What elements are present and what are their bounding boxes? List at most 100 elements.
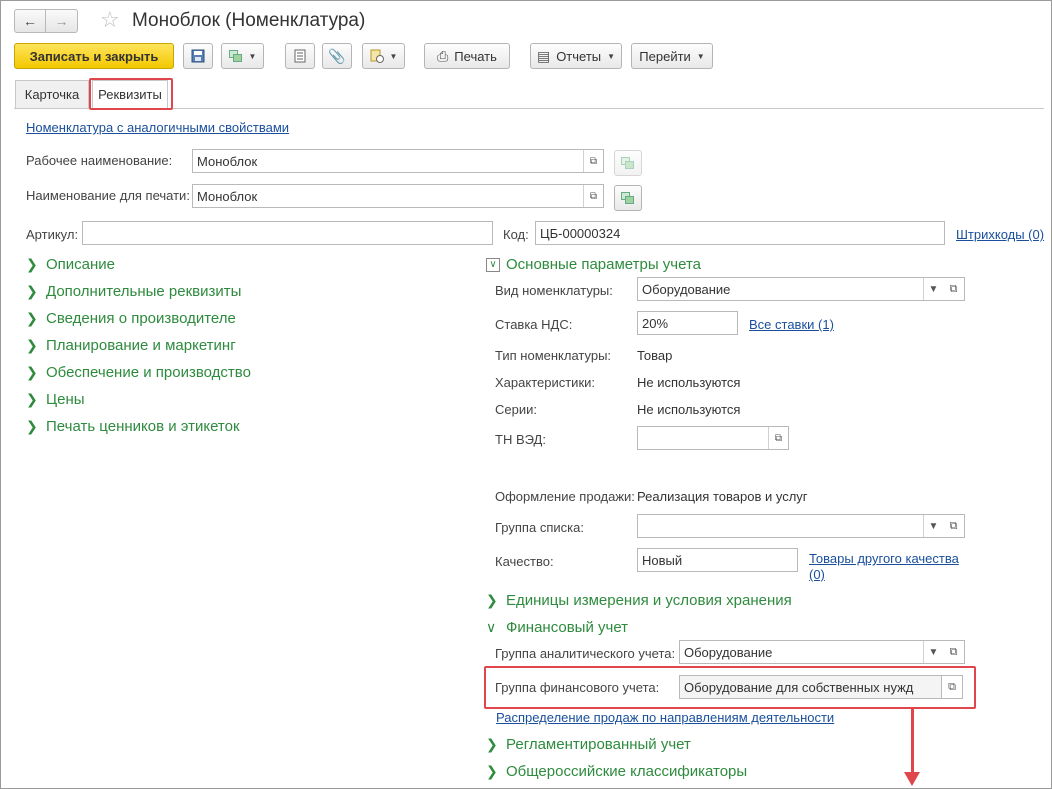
article-label: Артикул: bbox=[26, 227, 79, 242]
similar-items-link[interactable]: Номенклатура с аналогичными свойствами bbox=[26, 120, 289, 135]
goto-button[interactable]: Перейти ▼ bbox=[631, 43, 713, 69]
barcodes-link[interactable]: Штрихкоды (0) bbox=[956, 227, 1044, 242]
chevron-right-icon: ❯ bbox=[26, 418, 38, 434]
chevron-down-icon[interactable]: ▼ bbox=[923, 641, 943, 663]
window-title: Моноблок (Номенклатура) bbox=[132, 10, 366, 31]
chevron-down-icon: ∨ bbox=[486, 257, 500, 272]
chevron-down-icon: ▼ bbox=[607, 51, 616, 61]
print-name-input[interactable]: Моноблок ⧉ bbox=[192, 184, 604, 208]
analytic-group-value: Оборудование bbox=[684, 644, 773, 660]
other-quality-link[interactable]: Товары другого качества bbox=[809, 551, 959, 566]
section-classifiers[interactable]: ❯ Общероссийские классификаторы bbox=[486, 763, 747, 780]
chevron-down-icon: ▼ bbox=[696, 51, 705, 61]
work-name-label: Рабочее наименование: bbox=[26, 153, 173, 168]
section-labels[interactable]: ❯ Печать ценников и этикеток bbox=[26, 418, 240, 435]
chevron-down-icon[interactable]: ▼ bbox=[923, 278, 943, 300]
list-group-label: Группа списка: bbox=[495, 520, 584, 535]
vat-value: 20% bbox=[642, 315, 669, 331]
chevron-right-icon: ❯ bbox=[486, 763, 498, 779]
section-label: Дополнительные реквизиты bbox=[46, 283, 242, 300]
tnved-input[interactable]: ⧉ bbox=[637, 426, 789, 450]
section-finance[interactable]: ∨ Финансовый учет bbox=[486, 619, 628, 636]
chevron-down-icon[interactable]: ▼ bbox=[923, 515, 943, 537]
code-label: Код: bbox=[503, 227, 529, 242]
other-quality-count-link[interactable]: (0) bbox=[809, 567, 825, 582]
section-prices[interactable]: ❯ Цены bbox=[26, 391, 85, 408]
work-name-value: Моноблок bbox=[197, 153, 258, 169]
section-regulated[interactable]: ❯ Регламентированный учет bbox=[486, 736, 691, 753]
copy-green-icon bbox=[621, 192, 635, 204]
report-icon: ▤ bbox=[536, 47, 551, 64]
fin-group-input[interactable]: Оборудование для собственных нужд bbox=[679, 675, 942, 699]
tab-card[interactable]: Карточка bbox=[15, 80, 89, 108]
attach-button[interactable]: 📎 bbox=[322, 43, 352, 69]
chars-value: Не используются bbox=[637, 375, 741, 390]
copy-name-button[interactable] bbox=[614, 150, 642, 176]
chevron-down-icon: ∨ bbox=[486, 619, 497, 635]
vat-label: Ставка НДС: bbox=[495, 317, 573, 332]
vat-input[interactable]: 20% bbox=[637, 311, 738, 335]
quality-value: Новый bbox=[642, 552, 683, 568]
open-icon[interactable]: ⧉ bbox=[583, 150, 603, 172]
series-label: Серии: bbox=[495, 402, 537, 417]
fin-group-value: Оборудование для собственных нужд bbox=[684, 679, 914, 695]
work-name-input[interactable]: Моноблок ⧉ bbox=[192, 149, 604, 173]
print-name-label: Наименование для печати: bbox=[26, 188, 190, 203]
chevron-down-icon: ▼ bbox=[248, 51, 257, 61]
open-icon[interactable]: ⧉ bbox=[943, 277, 965, 301]
tnved-label: ТН ВЭД: bbox=[495, 432, 546, 447]
goto-label: Перейти bbox=[639, 48, 691, 64]
section-description[interactable]: ❯ Описание bbox=[26, 256, 115, 273]
copy-green-icon bbox=[621, 157, 635, 169]
open-icon[interactable]: ⧉ bbox=[583, 185, 603, 207]
reports-button[interactable]: ▤ Отчеты ▼ bbox=[530, 43, 622, 69]
code-input[interactable]: ЦБ-00000324 bbox=[535, 221, 945, 245]
arrow-left-icon: ← bbox=[23, 13, 37, 29]
open-icon[interactable]: ⧉ bbox=[943, 514, 965, 538]
open-icon[interactable]: ⧉ bbox=[768, 427, 788, 449]
chevron-right-icon: ❯ bbox=[26, 310, 38, 326]
chevron-right-icon: ❯ bbox=[26, 283, 38, 299]
create-based-on-button[interactable]: ▼ bbox=[221, 43, 264, 69]
save-button[interactable] bbox=[183, 43, 213, 69]
section-units[interactable]: ❯ Единицы измерения и условия хранения bbox=[486, 592, 792, 609]
back-button[interactable]: ← bbox=[14, 9, 46, 33]
section-label: Сведения о производителе bbox=[46, 310, 236, 327]
article-input[interactable] bbox=[82, 221, 493, 245]
event-button[interactable]: ▼ bbox=[362, 43, 405, 69]
section-additional[interactable]: ❯ Дополнительные реквизиты bbox=[26, 283, 241, 300]
print-button[interactable]: ⎙ Печать bbox=[424, 43, 510, 69]
kind-label: Вид номенклатуры: bbox=[495, 283, 613, 298]
list-button[interactable] bbox=[285, 43, 315, 69]
section-main-params-title: Основные параметры учета bbox=[506, 256, 702, 273]
print-label: Печать bbox=[454, 48, 497, 64]
nav-group: ← → bbox=[14, 9, 78, 33]
section-manufacturer[interactable]: ❯ Сведения о производителе bbox=[26, 310, 236, 327]
open-icon[interactable]: ⧉ bbox=[943, 640, 965, 664]
section-label: Цены bbox=[46, 391, 85, 408]
reports-label: Отчеты bbox=[556, 48, 602, 64]
all-rates-link[interactable]: Все ставки (1) bbox=[749, 317, 834, 332]
annotation-arrow-line bbox=[911, 708, 914, 778]
section-label: Описание bbox=[46, 256, 116, 273]
save-close-button[interactable]: Записать и закрыть bbox=[14, 43, 174, 69]
sales-label: Оформление продажи: bbox=[495, 489, 635, 504]
forward-button[interactable]: → bbox=[46, 9, 78, 33]
paperclip-icon: 📎 bbox=[328, 47, 346, 64]
section-supply[interactable]: ❯ Обеспечение и производство bbox=[26, 364, 251, 381]
star-icon[interactable]: ☆ bbox=[100, 7, 120, 33]
copy-print-name-button[interactable] bbox=[614, 185, 642, 211]
tab-highlight-box bbox=[89, 78, 173, 110]
open-icon[interactable]: ⧉ bbox=[941, 675, 963, 699]
list-group-select[interactable]: ▼ bbox=[637, 514, 944, 538]
distribution-link[interactable]: Распределение продаж по направлениям дея… bbox=[496, 710, 834, 725]
analytic-group-select[interactable]: Оборудование ▼ bbox=[679, 640, 944, 664]
kind-select[interactable]: Оборудование ▼ bbox=[637, 277, 944, 301]
chevron-right-icon: ❯ bbox=[486, 592, 498, 608]
series-value: Не используются bbox=[637, 402, 741, 417]
quality-input[interactable]: Новый bbox=[637, 548, 798, 572]
copy-green-icon bbox=[228, 50, 243, 62]
chevron-right-icon: ❯ bbox=[26, 256, 38, 272]
section-main-params[interactable]: ∨ Основные параметры учета bbox=[486, 256, 701, 273]
section-planning[interactable]: ❯ Планирование и маркетинг bbox=[26, 337, 236, 354]
